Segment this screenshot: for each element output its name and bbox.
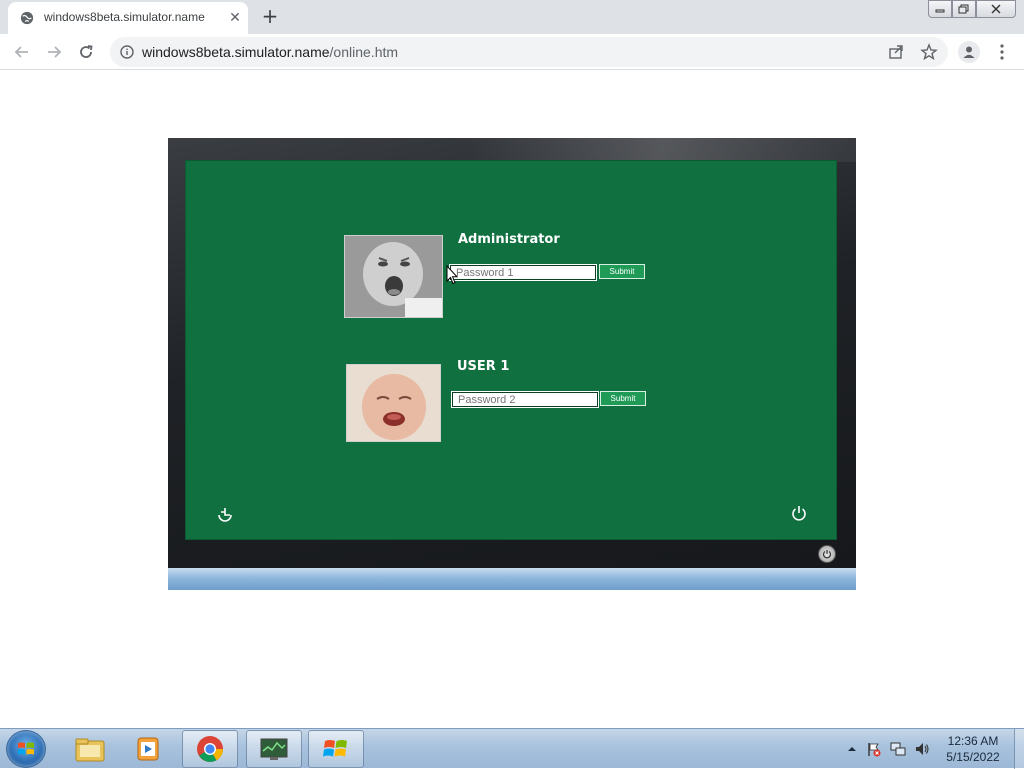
taskbar-chrome[interactable]	[182, 730, 238, 768]
tab-close-icon[interactable]: ✕	[226, 9, 244, 27]
profile-button[interactable]	[958, 41, 980, 63]
globe-icon	[20, 11, 34, 25]
network-icon[interactable]	[890, 741, 906, 757]
show-hidden-icons-icon[interactable]	[844, 741, 860, 757]
administrator-submit-button[interactable]: Submit	[599, 264, 645, 279]
start-button[interactable]	[6, 730, 46, 768]
windows-logo-icon	[18, 742, 34, 755]
clock-date: 5/15/2022	[946, 750, 1000, 764]
taskbar-file-explorer[interactable]	[62, 730, 118, 768]
back-arrow-icon	[14, 46, 28, 58]
clock-time: 12:36 AM	[947, 734, 999, 748]
forward-button[interactable]	[42, 40, 66, 64]
taskbar-media-player[interactable]	[120, 730, 176, 768]
bezel-highlight	[468, 138, 856, 162]
administrator-password-input[interactable]	[449, 264, 597, 281]
power-icon[interactable]	[790, 504, 808, 522]
address-bar[interactable]: windows8beta.simulator.name/online.htm	[110, 37, 948, 67]
monitor-frame: Administrator Submit USER 1 Submit	[168, 138, 856, 590]
restore-button[interactable]	[952, 0, 976, 18]
show-desktop-button[interactable]	[1014, 729, 1024, 769]
windows-flag-icon	[323, 740, 347, 757]
user1-submit-button[interactable]: Submit	[600, 391, 646, 406]
reload-button[interactable]	[74, 40, 98, 64]
action-center-flag-icon[interactable]	[866, 741, 882, 757]
angry-baby-image	[345, 236, 442, 317]
bookmark-star-icon[interactable]	[920, 43, 938, 61]
chrome-icon	[197, 736, 224, 762]
reload-icon	[80, 45, 93, 58]
share-icon[interactable]	[888, 44, 904, 60]
back-button[interactable]	[10, 40, 34, 64]
windows-taskbar: 12:36 AM 5/15/2022	[0, 728, 1024, 769]
taskbar-clock[interactable]: 12:36 AM 5/15/2022	[930, 733, 1016, 765]
mouse-cursor-icon	[446, 265, 458, 285]
url-host: windows8beta.simulator.name	[142, 44, 330, 60]
administrator-name: Administrator	[458, 232, 560, 247]
file-explorer-icon	[75, 738, 105, 762]
tab-strip: windows8beta.simulator.name ✕ +	[0, 0, 1024, 34]
monitor-base	[168, 568, 856, 590]
hardware-power-icon	[822, 550, 832, 559]
minimize-icon	[935, 9, 945, 13]
page-content: Administrator Submit USER 1 Submit	[0, 71, 1024, 728]
close-window-button[interactable]	[976, 0, 1016, 18]
forward-arrow-icon	[48, 46, 62, 58]
crying-baby-image	[347, 365, 440, 441]
url-text: windows8beta.simulator.name/online.htm	[142, 44, 398, 60]
person-icon	[963, 46, 975, 58]
restore-icon	[958, 4, 969, 14]
administrator-avatar[interactable]	[344, 235, 443, 318]
monitor-power-button[interactable]	[818, 545, 836, 563]
url-path: /online.htm	[329, 44, 399, 60]
new-tab-button[interactable]: +	[258, 4, 282, 28]
user1-name: USER 1	[457, 359, 510, 374]
taskbar-windows-simulator[interactable]	[308, 730, 364, 768]
info-icon[interactable]	[120, 45, 134, 59]
window-controls	[928, 0, 1016, 18]
tab-title: windows8beta.simulator.name	[44, 10, 205, 24]
minimize-button[interactable]	[928, 0, 952, 18]
browser-toolbar: windows8beta.simulator.name/online.htm	[0, 34, 1024, 70]
taskbar-system-monitor[interactable]	[246, 730, 302, 768]
system-monitor-icon	[260, 738, 288, 760]
browser-tab[interactable]: windows8beta.simulator.name ✕	[8, 2, 248, 34]
browser-menu-button[interactable]	[992, 42, 1012, 62]
kebab-menu-icon	[1000, 44, 1004, 60]
ease-of-access-icon[interactable]	[216, 505, 234, 523]
user1-avatar[interactable]	[346, 364, 441, 442]
media-player-icon	[137, 737, 159, 761]
login-screen: Administrator Submit USER 1 Submit	[185, 160, 837, 540]
close-icon	[991, 4, 1001, 14]
volume-icon[interactable]	[914, 741, 930, 757]
user1-password-input[interactable]	[451, 391, 599, 408]
